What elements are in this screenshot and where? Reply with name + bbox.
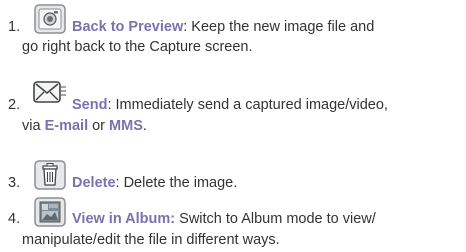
continuation-mid: or — [88, 118, 110, 134]
term-delete: Delete — [72, 175, 116, 191]
album-gallery-icon — [34, 197, 66, 227]
term-back-to-preview: Back to Preview — [72, 19, 184, 35]
item-number: 2. — [8, 97, 21, 113]
term-send: Send — [72, 97, 108, 113]
trash-delete-icon — [34, 160, 66, 190]
email-link[interactable]: E-mail — [45, 118, 89, 134]
continuation-prefix: via — [22, 118, 45, 134]
camera-preview-icon — [34, 4, 66, 34]
mms-link[interactable]: MMS — [109, 118, 143, 134]
item-description: Switch to Album mode to view/ — [175, 211, 376, 227]
item-number: 1. — [8, 19, 21, 35]
item-number: 4. — [8, 211, 21, 227]
item-continuation: manipulate/edit the file in different wa… — [22, 232, 280, 248]
term-view-in-album: View in Album: — [72, 211, 176, 227]
item-continuation: go right back to the Capture screen. — [22, 39, 253, 55]
item-number: 3. — [8, 175, 21, 191]
item-description: : Immediately send a captured image/vide… — [107, 97, 388, 113]
item-description: : Keep the new image file and — [183, 19, 375, 35]
envelope-send-icon — [33, 80, 67, 104]
continuation-suffix: . — [142, 118, 147, 134]
item-description: : Delete the image. — [115, 175, 238, 191]
